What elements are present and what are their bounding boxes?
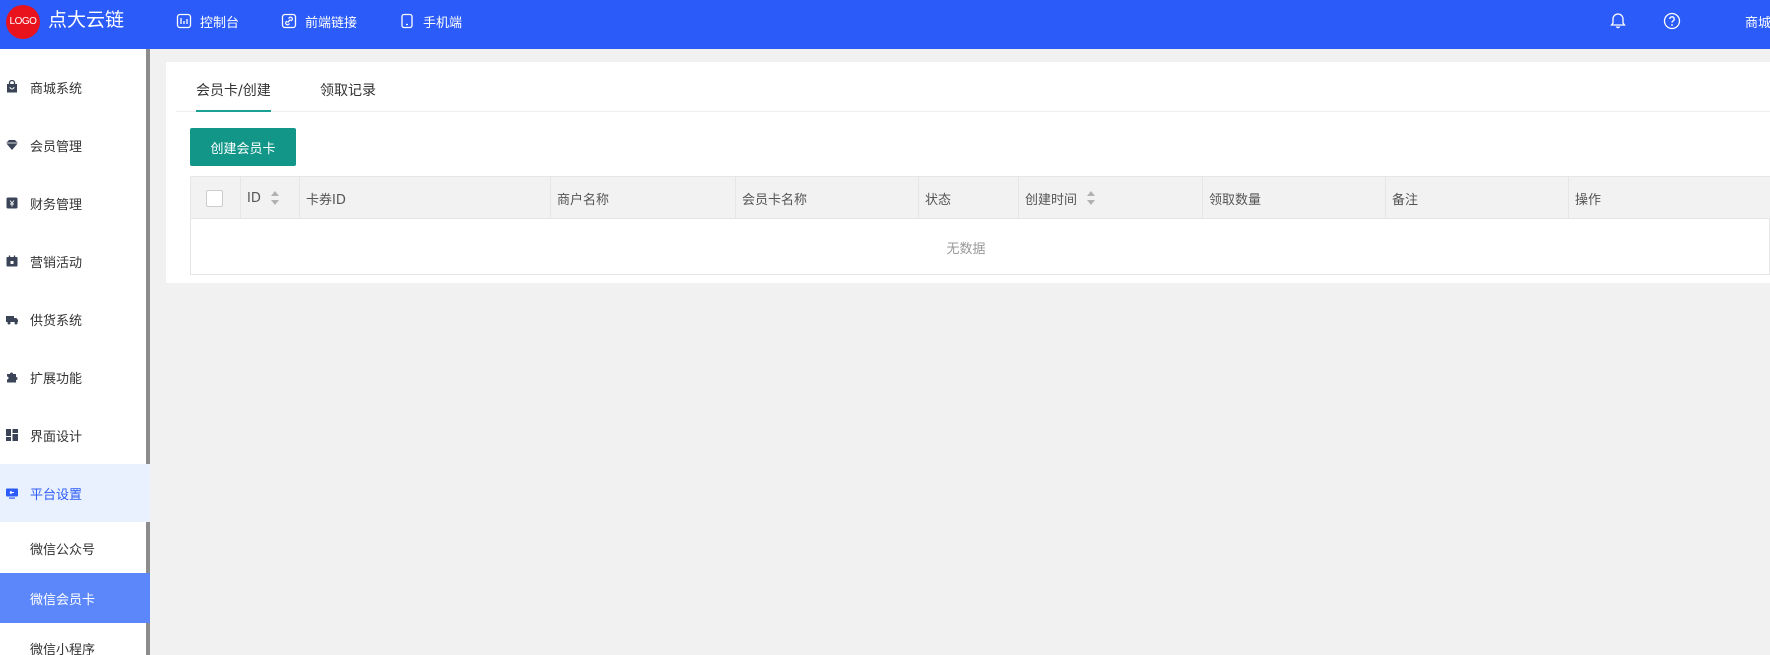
tab-bar: 会员卡/创建 领取记录 — [176, 62, 1770, 112]
column-header-card-name: 会员卡名称 — [736, 177, 919, 219]
select-all-cell — [191, 177, 241, 219]
shopping-bag-icon — [5, 80, 19, 94]
link-icon — [281, 13, 297, 29]
sidebar-item-label: 界面设计 — [30, 429, 83, 445]
user-menu[interactable]: 商城 — [1745, 12, 1770, 31]
sidebar-item-label: 供货系统 — [30, 313, 83, 329]
sidebar-item-label: 会员管理 — [30, 139, 83, 155]
monitor-icon — [5, 486, 19, 500]
create-member-card-button[interactable]: 创建会员卡 — [190, 128, 296, 166]
tab-claim-records[interactable]: 领取记录 — [320, 80, 376, 110]
column-label: ID — [247, 190, 261, 206]
sidebar-subitem-wechat-member-card[interactable]: 微信会员卡 — [0, 573, 150, 623]
member-card-table: ID 卡券ID 商户名称 会员卡名称 状态 创建时间 领取数量 备注 操作 无数… — [190, 176, 1770, 275]
nav-mobile[interactable]: 手机端 — [399, 10, 462, 32]
sort-icon[interactable] — [1087, 191, 1096, 205]
column-header-merchant-name: 商户名称 — [551, 177, 736, 219]
nav-dashboard-label: 控制台 — [200, 15, 240, 31]
puzzle-icon — [5, 370, 19, 384]
logo[interactable]: LOGO — [6, 5, 40, 39]
column-header-remark: 备注 — [1386, 177, 1569, 219]
column-label: 状态 — [925, 192, 952, 208]
column-label: 创建时间 — [1025, 192, 1078, 208]
sidebar-subitem-wechat-miniprogram[interactable]: 微信小程序 — [0, 623, 150, 655]
sidebar-item-members[interactable]: 会员管理 — [0, 116, 150, 174]
column-label: 备注 — [1392, 192, 1419, 208]
column-label: 会员卡名称 — [742, 192, 808, 208]
empty-state-text: 无数据 — [946, 241, 986, 257]
sidebar: 商城系统 会员管理 财务管理 营销活动 供货系统 扩展功能 界面设计 平台设置 … — [0, 49, 150, 655]
sidebar-item-label: 扩展功能 — [30, 371, 83, 387]
column-header-claim-count: 领取数量 — [1203, 177, 1386, 219]
sidebar-item-label: 平台设置 — [30, 487, 83, 503]
sidebar-item-label: 财务管理 — [30, 197, 83, 213]
sidebar-item-finance[interactable]: 财务管理 — [0, 174, 150, 232]
dashboard-icon — [176, 13, 192, 29]
brand-name[interactable]: 点大云链 — [48, 9, 124, 31]
mobile-icon — [399, 13, 415, 29]
sidebar-subitem-wechat-official[interactable]: 微信公众号 — [0, 523, 150, 573]
table-header: ID 卡券ID 商户名称 会员卡名称 状态 创建时间 领取数量 备注 操作 — [191, 177, 1770, 219]
column-label: 操作 — [1575, 192, 1602, 208]
column-label: 商户名称 — [557, 192, 610, 208]
column-label: 领取数量 — [1209, 192, 1262, 208]
sidebar-item-marketing[interactable]: 营销活动 — [0, 232, 150, 290]
nav-frontend-links[interactable]: 前端链接 — [281, 10, 357, 32]
nav-mobile-label: 手机端 — [423, 15, 463, 31]
sidebar-item-label: 营销活动 — [30, 255, 83, 271]
content-card: 会员卡/创建 领取记录 创建会员卡 ID 卡券ID 商户名称 会员卡名称 状态 — [166, 62, 1770, 283]
sidebar-item-label: 商城系统 — [30, 81, 83, 97]
column-header-id[interactable]: ID — [241, 177, 300, 219]
tab-member-card-create[interactable]: 会员卡/创建 — [196, 80, 271, 112]
nav-frontend-links-label: 前端链接 — [305, 15, 358, 31]
layout-icon — [5, 428, 19, 442]
sidebar-item-ui-design[interactable]: 界面设计 — [0, 406, 150, 464]
column-header-created-time[interactable]: 创建时间 — [1019, 177, 1203, 219]
wallet-icon — [5, 196, 19, 210]
column-header-actions: 操作 — [1569, 177, 1770, 219]
nav-dashboard[interactable]: 控制台 — [176, 10, 239, 32]
column-header-coupon-id: 卡券ID — [300, 177, 551, 219]
sort-icon[interactable] — [270, 191, 280, 205]
bell-icon[interactable] — [1608, 11, 1628, 31]
help-icon[interactable] — [1662, 11, 1682, 31]
sidebar-item-mall-system[interactable]: 商城系统 — [0, 58, 150, 116]
sidebar-item-extensions[interactable]: 扩展功能 — [0, 348, 150, 406]
truck-icon — [5, 312, 19, 326]
diamond-icon — [5, 138, 19, 152]
calendar-icon — [5, 254, 19, 268]
top-header: LOGO 点大云链 控制台 前端链接 手机端 商城 — [0, 0, 1770, 49]
sidebar-item-supply[interactable]: 供货系统 — [0, 290, 150, 348]
column-label: 卡券ID — [306, 192, 346, 208]
sidebar-item-platform-settings[interactable]: 平台设置 — [0, 464, 150, 522]
column-header-status: 状态 — [919, 177, 1019, 219]
select-all-checkbox[interactable] — [206, 189, 223, 207]
